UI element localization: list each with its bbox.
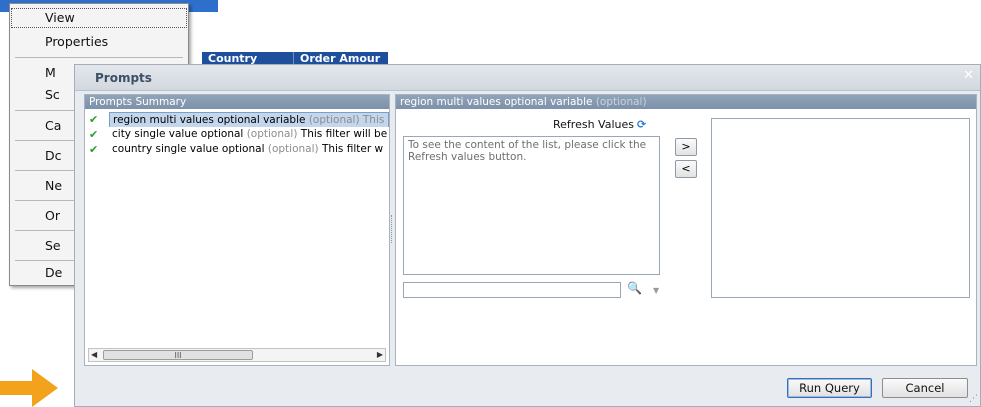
summary-row-label: country single value optional (112, 143, 265, 155)
prompt-detail-title: region multi values optional variable (400, 96, 593, 108)
prompts-summary-header: Prompts Summary (85, 95, 389, 109)
check-icon: ✔ (89, 128, 99, 141)
check-icon: ✔ (89, 143, 99, 156)
run-query-button[interactable]: Run Query (787, 378, 872, 398)
selected-values-list[interactable] (711, 118, 970, 298)
available-values-list[interactable]: To see the content of the list, please c… (403, 136, 660, 275)
summary-row-region[interactable]: ✔ region multi values optional variable … (85, 112, 389, 127)
search-icon[interactable]: 🔍 (627, 281, 642, 295)
add-value-button[interactable]: > (675, 138, 697, 156)
refresh-icon: ⟳ (636, 118, 647, 131)
menu-item-view[interactable]: View (10, 7, 188, 29)
summary-row-optional: (optional) (246, 128, 298, 140)
horizontal-scrollbar[interactable]: ◀ III ▶ (88, 348, 386, 362)
check-icon: ✔ (89, 113, 99, 126)
cancel-button[interactable]: Cancel (882, 378, 968, 398)
prompt-detail-panel: region multi values optional variable (o… (395, 94, 977, 366)
remove-value-button[interactable]: < (675, 160, 697, 178)
summary-row-description: This filter w (321, 143, 384, 155)
prompt-detail-header: region multi values optional variable (o… (396, 95, 976, 109)
summary-row-label: region multi values optional variable (113, 114, 306, 126)
list-empty-message: To see the content of the list, please c… (408, 139, 647, 163)
arrow-pointer-icon (0, 369, 58, 407)
scroll-left-icon[interactable]: ◀ (91, 349, 97, 361)
prompts-dialog: Prompts ✕ Prompts Summary ✔ region multi… (74, 64, 981, 407)
summary-row-label: city single value optional (112, 128, 244, 140)
menu-item-properties[interactable]: Properties (10, 31, 188, 53)
summary-row-country[interactable]: ✔ country single value optional (optiona… (85, 142, 389, 157)
resize-grip-icon[interactable]: ⋰ (969, 394, 978, 404)
scroll-thumb[interactable]: III (103, 350, 253, 360)
dialog-title-bar[interactable]: Prompts ✕ (75, 65, 980, 91)
menu-separator (15, 57, 183, 58)
prompt-detail-optional: (optional) (595, 96, 647, 108)
summary-row-optional: (optional) (267, 143, 319, 155)
refresh-values-label: Refresh Values (553, 118, 634, 131)
prompts-summary-panel: Prompts Summary ✔ region multi values op… (84, 94, 390, 366)
dropdown-icon[interactable]: ▼ (653, 286, 659, 295)
dialog-title: Prompts (95, 71, 152, 85)
scroll-right-icon[interactable]: ▶ (377, 349, 383, 361)
summary-row-city[interactable]: ✔ city single value optional (optional) … (85, 127, 389, 142)
refresh-values-button[interactable]: Refresh Values ⟳ (553, 118, 646, 131)
summary-row-description: This filter will be (300, 128, 388, 140)
search-input[interactable] (403, 282, 621, 298)
close-icon[interactable]: ✕ (963, 68, 974, 83)
summary-row-optional: (optional) This (308, 114, 385, 126)
